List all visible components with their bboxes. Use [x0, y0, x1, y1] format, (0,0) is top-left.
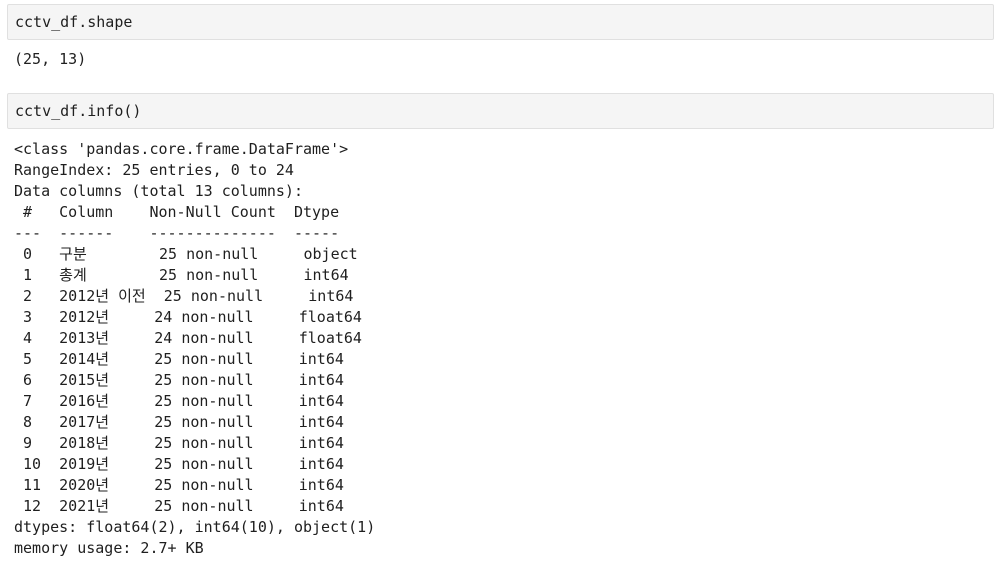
- code-cell-input[interactable]: cctv_df.info(): [7, 93, 994, 129]
- cell-output: <class 'pandas.core.frame.DataFrame'> Ra…: [14, 140, 376, 557]
- code-cell-input[interactable]: cctv_df.shape: [7, 4, 994, 40]
- cell-output: (25, 13): [14, 50, 87, 68]
- code-text: cctv_df.info(): [15, 102, 142, 120]
- code-text: cctv_df.shape: [15, 13, 133, 31]
